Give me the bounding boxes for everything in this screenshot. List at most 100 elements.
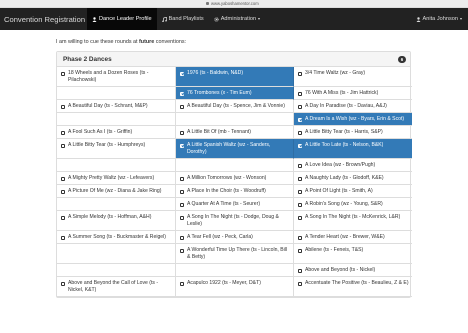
checkbox[interactable]	[298, 281, 302, 286]
dance-option[interactable]: A Day In Paradise (ts - Daviau, A&J)	[294, 100, 412, 113]
dance-option[interactable]: A Little Spanish Waltz (wz - Sanders, Do…	[176, 139, 294, 159]
nav-dance-leader-profile[interactable]: Dance Leader Profile	[87, 8, 157, 30]
checkbox[interactable]	[180, 281, 184, 286]
dance-label: Accentuate The Positive (ts - Beaulieu, …	[305, 280, 409, 286]
checkbox[interactable]	[298, 176, 302, 181]
dance-grid: 18 Wheels and a Dozen Roses (ts - Pilach…	[57, 67, 412, 297]
nav-administration-dropdown[interactable]: Administration	[209, 8, 265, 30]
checkbox[interactable]	[298, 248, 302, 253]
dance-option[interactable]: A Dream Is a Wish (wz - Byars, Erin & Sc…	[294, 113, 412, 126]
dance-option[interactable]: A Tender Heart (wz - Brewer, W&E)	[294, 231, 412, 244]
dance-label: Abilene (ts - Feneis, T&S)	[305, 247, 364, 253]
dance-label: A Tear Fell (wz - Peck, Carla)	[187, 234, 253, 240]
dance-option[interactable]: A Little Too Late (ts - Nelson, B&K)	[294, 139, 412, 159]
checkbox[interactable]	[61, 176, 65, 181]
dance-option[interactable]: A Place In the Choir (ts - Woodruff)	[176, 185, 294, 198]
checkbox[interactable]	[298, 235, 302, 240]
dance-option[interactable]: Accentuate The Positive (ts - Beaulieu, …	[294, 277, 412, 297]
dance-option[interactable]: A Little Bitty Tear (ts - Humphreys)	[57, 139, 176, 159]
dance-label: A Day In Paradise (ts - Daviau, A&J)	[305, 103, 387, 109]
checkbox[interactable]	[180, 235, 184, 240]
dance-option[interactable]: A Beautiful Day (ts - Schrant, M&P)	[57, 100, 176, 113]
dance-label: A Mighty Pretty Waltz (wz - Lefeavers)	[68, 175, 155, 181]
checkbox[interactable]	[298, 268, 302, 273]
dance-option[interactable]: A Tear Fell (wz - Peck, Carla)	[176, 231, 294, 244]
checkbox[interactable]	[298, 71, 302, 76]
dance-option[interactable]: A Love Idea (wz - Brown/Pugh)	[294, 159, 412, 172]
browser-address-bar[interactable]: www.yaboshamentor.com	[0, 0, 468, 8]
dance-label: A Dream Is a Wish (wz - Byars, Erin & Sc…	[305, 116, 405, 122]
url-text[interactable]: www.yaboshamentor.com	[206, 1, 259, 6]
checkbox[interactable]	[298, 202, 302, 207]
dance-option[interactable]: 76 Trombones (x - Tim Eum)	[176, 87, 294, 100]
dance-option[interactable]: 1976 (ts - Baldwin, N&D)	[176, 67, 294, 87]
checkbox[interactable]	[180, 130, 184, 135]
checkbox[interactable]	[61, 130, 65, 135]
dance-option[interactable]: Abilene (ts - Feneis, T&S)	[294, 244, 412, 264]
checkbox[interactable]	[61, 189, 65, 194]
checkbox[interactable]	[61, 281, 65, 286]
checkbox[interactable]	[180, 189, 184, 194]
dance-label: A Little Bitty Tear (ts - Harris, S&P)	[305, 129, 383, 135]
checkbox[interactable]	[61, 104, 65, 109]
checkbox[interactable]	[61, 71, 65, 76]
dance-option[interactable]: A Mighty Pretty Waltz (wz - Lefeavers)	[57, 172, 176, 185]
checkbox[interactable]	[180, 215, 184, 220]
dance-option[interactable]: 18 Wheels and a Dozen Roses (ts - Pilach…	[57, 67, 176, 87]
checkbox[interactable]	[298, 215, 302, 220]
dance-option[interactable]: A Fool Such As I (ts - Griffin)	[57, 126, 176, 139]
phase-2-panel: Phase 2 Dances 6 18 Wheels and a Dozen R…	[56, 51, 412, 298]
checkbox-checked[interactable]	[180, 71, 184, 76]
dance-label: Acapulco 1922 (ts - Meyer, D&T)	[187, 280, 261, 286]
checkbox[interactable]	[298, 189, 302, 194]
dance-option[interactable]: A Summer Song (ts - Buckmaster & Reigel)	[57, 231, 176, 244]
nav-user-menu[interactable]: Anita Johnson	[411, 8, 468, 30]
dance-option[interactable]: A Little Bitty Tear (ts - Harris, S&P)	[294, 126, 412, 139]
checkbox[interactable]	[61, 215, 65, 220]
dance-option[interactable]: Above and Beyond the Call of Love (ts - …	[57, 277, 176, 297]
user-icon	[92, 16, 97, 22]
dance-label: A Fool Such As I (ts - Griffin)	[68, 129, 133, 135]
checkbox[interactable]	[298, 163, 302, 168]
dance-label: A Picture Of Me (wz - Diana & Jake Ring)	[68, 188, 162, 194]
checkbox[interactable]	[180, 248, 184, 253]
checkbox[interactable]	[180, 176, 184, 181]
dance-option[interactable]: A Robin's Song (wz - Young, S&R)	[294, 198, 412, 211]
dance-option[interactable]: A Simple Melody (ts - Hoffman, A&H)	[57, 211, 176, 231]
dance-label: A Robin's Song (wz - Young, S&R)	[305, 201, 383, 207]
checkbox-checked[interactable]	[180, 143, 184, 148]
dance-label: 1976 (ts - Baldwin, N&D)	[187, 70, 244, 76]
dance-cell-empty	[57, 159, 176, 172]
checkbox-checked[interactable]	[298, 143, 302, 148]
checkbox[interactable]	[61, 143, 65, 148]
dance-option[interactable]: A Picture Of Me (wz - Diana & Jake Ring)	[57, 185, 176, 198]
checkbox[interactable]	[61, 235, 65, 240]
checkbox[interactable]	[180, 202, 184, 207]
dance-option[interactable]: 3/4 Time Waltz (wz - Gray)	[294, 67, 412, 87]
dance-option[interactable]: A Quarter At A Time (ts - Seurer)	[176, 198, 294, 211]
dance-option[interactable]: A Naughty Lady (ts - Glodoff, K&E)	[294, 172, 412, 185]
dance-option[interactable]: A Little Bit Of (mb - Tennant)	[176, 126, 294, 139]
panel-heading[interactable]: Phase 2 Dances 6	[57, 52, 410, 67]
dance-option[interactable]: A Point Of Light (ts - Smith, A)	[294, 185, 412, 198]
dance-label: A Little Bit Of (mb - Tennant)	[187, 129, 251, 135]
dance-label: A Point Of Light (ts - Smith, A)	[305, 188, 373, 194]
dance-option[interactable]: A Wonderful Time Up There (ts - Lincoln,…	[176, 244, 294, 264]
dance-option[interactable]: A Million Tomorrows (wz - Wonson)	[176, 172, 294, 185]
checkbox[interactable]	[298, 104, 302, 109]
dance-option[interactable]: Acapulco 1922 (ts - Meyer, D&T)	[176, 277, 294, 297]
brand-link[interactable]: Convention Registration	[0, 8, 87, 30]
dance-option[interactable]: 76 With A Miss (ts - Jim Hattrick)	[294, 87, 412, 100]
dance-option[interactable]: A Song In The Night (ts - Dodge, Doug & …	[176, 211, 294, 231]
dance-option[interactable]: Above and Beyond (ts - Nickel)	[294, 264, 412, 277]
selected-count-badge: 6	[398, 56, 406, 63]
checkbox[interactable]	[180, 104, 184, 109]
dance-label: A Quarter At A Time (ts - Seurer)	[187, 201, 261, 207]
dance-option[interactable]: A Song In The Night (ts - McKenrick, L&R…	[294, 211, 412, 231]
checkbox[interactable]	[298, 130, 302, 135]
dance-option[interactable]: A Beautiful Day (ts - Spence, Jim & Vonn…	[176, 100, 294, 113]
checkbox[interactable]	[298, 91, 302, 96]
nav-band-playlists[interactable]: Band Playlists	[157, 8, 209, 30]
checkbox-checked[interactable]	[298, 117, 302, 122]
checkbox-checked[interactable]	[180, 91, 184, 96]
